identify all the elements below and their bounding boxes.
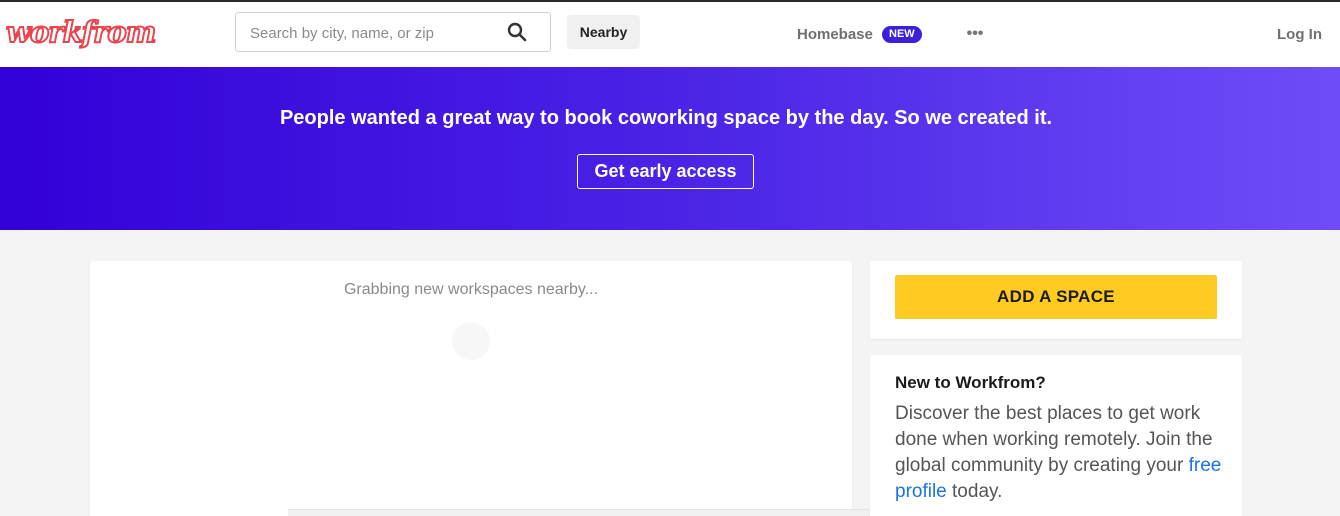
loading-spinner-icon bbox=[452, 322, 490, 360]
hero-banner: People wanted a great way to book cowork… bbox=[0, 67, 1340, 230]
get-early-access-button[interactable]: Get early access bbox=[577, 154, 754, 189]
body-text-end: today. bbox=[946, 481, 1003, 502]
workfrom-logo[interactable]: workfrom bbox=[5, 14, 157, 50]
search-icon[interactable] bbox=[507, 22, 527, 42]
homebase-link[interactable]: Homebase bbox=[797, 26, 873, 43]
search-input[interactable] bbox=[250, 22, 500, 44]
body-text-start: Discover the best places to get work don… bbox=[895, 403, 1213, 476]
loading-message: Grabbing new workspaces nearby... bbox=[343, 281, 599, 298]
new-to-workfrom-card: New to Workfrom? Discover the best place… bbox=[870, 355, 1242, 516]
hero-headline: People wanted a great way to book cowork… bbox=[279, 107, 1053, 129]
nearby-button[interactable]: Nearby bbox=[567, 15, 640, 49]
more-dots-icon[interactable]: ••• bbox=[966, 24, 984, 44]
new-to-workfrom-title: New to Workfrom? bbox=[895, 373, 1046, 392]
new-to-workfrom-body: Discover the best places to get work don… bbox=[895, 401, 1225, 505]
add-space-card: ADD A SPACE bbox=[870, 261, 1242, 339]
navbar: workfrom Nearby Homebase NEW ••• Log In bbox=[0, 2, 1340, 67]
login-link[interactable]: Log In bbox=[1277, 26, 1322, 43]
add-space-button[interactable]: ADD A SPACE bbox=[895, 275, 1217, 319]
new-badge: NEW bbox=[882, 26, 922, 43]
workspaces-card: Grabbing new workspaces nearby... bbox=[90, 261, 852, 516]
search-box bbox=[235, 12, 551, 52]
